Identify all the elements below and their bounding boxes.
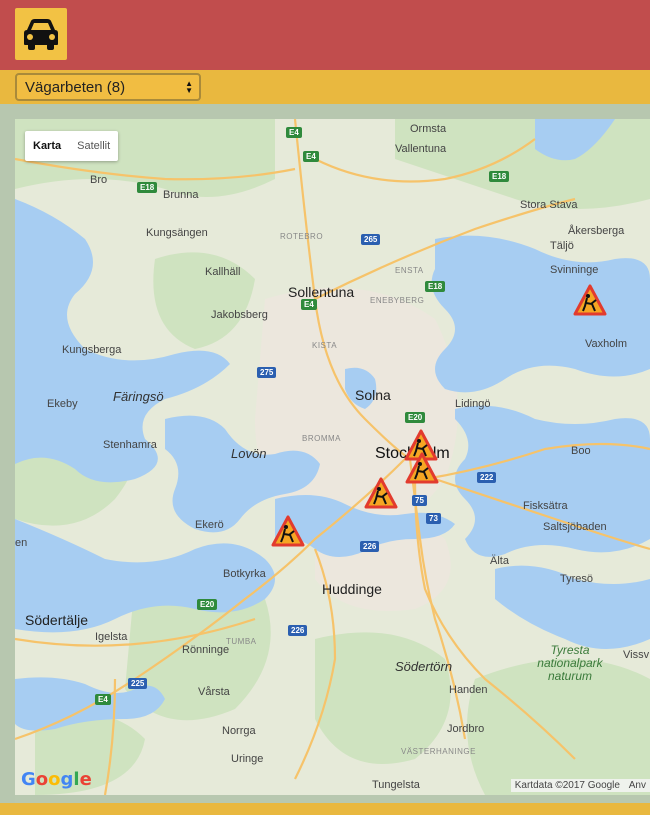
place-label: TUMBA bbox=[226, 637, 257, 646]
place-label: Rönninge bbox=[182, 644, 230, 656]
map-frame-top bbox=[0, 104, 650, 119]
place-label: Tyresö bbox=[560, 573, 594, 585]
place-label: BROMMA bbox=[302, 434, 341, 443]
place-label: Åkersberga bbox=[568, 225, 625, 237]
map-frame-left bbox=[0, 119, 15, 803]
place-label: Stora Stava bbox=[520, 199, 578, 211]
place-label: Vallentuna bbox=[395, 143, 447, 155]
road-shield: E4 bbox=[303, 151, 319, 162]
road-shield: 222 bbox=[477, 472, 497, 483]
road-shield: E20 bbox=[197, 599, 218, 610]
road-shield: 75 bbox=[412, 495, 427, 506]
place-label: ENSTA bbox=[395, 266, 424, 275]
road-shield: 73 bbox=[426, 513, 441, 524]
place-label: Saltsjöbaden bbox=[543, 521, 607, 533]
place-label: Handen bbox=[449, 684, 488, 696]
road-shield: E4 bbox=[95, 694, 111, 705]
place-label: Brunna bbox=[163, 189, 199, 201]
place-label: Ekerö bbox=[195, 519, 224, 531]
app-header bbox=[0, 0, 650, 70]
place-label: Stenhamra bbox=[103, 439, 157, 451]
roadwork-warning-icon[interactable] bbox=[271, 515, 305, 547]
place-label: Uringe bbox=[231, 753, 264, 765]
place-label: Fisksätra bbox=[523, 500, 568, 512]
road-shield: E18 bbox=[425, 281, 446, 292]
map-type-map-button[interactable]: Karta bbox=[25, 131, 69, 161]
place-label: Ekeby bbox=[47, 398, 78, 410]
road-shield: E4 bbox=[301, 299, 317, 310]
place-label: Igelsta bbox=[95, 631, 128, 643]
place-label: Lovön bbox=[231, 446, 267, 461]
place-label: Kungsängen bbox=[146, 227, 208, 239]
car-icon bbox=[24, 19, 58, 50]
roadwork-warning-icon[interactable] bbox=[573, 284, 607, 316]
road-shield: 225 bbox=[128, 678, 148, 689]
place-label: Vissv bbox=[623, 649, 650, 661]
terms-link[interactable]: Anv bbox=[629, 780, 646, 791]
logo[interactable] bbox=[15, 8, 67, 60]
place-label: Lidingö bbox=[455, 398, 491, 410]
attribution-text: Kartdata ©2017 Google bbox=[514, 780, 620, 791]
place-label: Kungsberga bbox=[62, 344, 122, 356]
roadwork-warning-icon[interactable] bbox=[405, 452, 439, 484]
place-label: Täljö bbox=[550, 240, 574, 252]
place-label: Jakobsberg bbox=[211, 309, 268, 321]
place-label: Tyresta nationalpark naturum bbox=[537, 643, 603, 683]
category-select[interactable]: Vägarbeten (8) ▲ ▼ bbox=[15, 73, 201, 101]
map-type-satellite-button[interactable]: Satellit bbox=[69, 131, 118, 161]
road-shield: 226 bbox=[360, 541, 380, 552]
place-label: VÄSTERHANINGE bbox=[401, 747, 476, 756]
road-shield: E18 bbox=[137, 182, 158, 193]
road-shield: E20 bbox=[405, 412, 426, 423]
road-shield: 265 bbox=[361, 234, 381, 245]
place-label: Kallhäll bbox=[205, 266, 241, 278]
place-label: Södertörn bbox=[395, 659, 453, 674]
place-label: Älta bbox=[490, 555, 509, 567]
place-label: KISTA bbox=[312, 341, 338, 350]
place-label: Botkyrka bbox=[223, 568, 266, 580]
place-label: ROTEBRO bbox=[280, 232, 324, 241]
roadwork-warning-icon[interactable] bbox=[364, 477, 398, 509]
place-label: Vårsta bbox=[198, 686, 230, 698]
place-label: Bro bbox=[90, 174, 108, 186]
place-label: Sollentuna bbox=[288, 284, 355, 300]
road-shield: 226 bbox=[288, 625, 308, 636]
place-label: en bbox=[15, 537, 28, 549]
place-label: Svinninge bbox=[550, 264, 599, 276]
place-label: Färingsö bbox=[113, 389, 164, 404]
map-view[interactable]: Karta Satellit Ormsta Vallentuna Bro Bru… bbox=[15, 119, 650, 795]
google-logo: Google bbox=[21, 769, 92, 790]
map-type-control: Karta Satellit bbox=[25, 131, 119, 161]
place-label: Tungelsta bbox=[372, 779, 420, 791]
place-label: Vaxholm bbox=[585, 338, 627, 350]
category-select-value: Vägarbeten (8) bbox=[25, 78, 126, 96]
road-shield: E4 bbox=[286, 127, 302, 138]
place-label: Södertälje bbox=[25, 612, 89, 628]
place-label: ENEBYBERG bbox=[370, 296, 425, 305]
place-label: Jordbro bbox=[447, 723, 485, 735]
filter-toolbar: Vägarbeten (8) ▲ ▼ bbox=[0, 70, 650, 104]
place-label: Boo bbox=[571, 445, 591, 457]
select-arrows-icon: ▲ ▼ bbox=[185, 79, 193, 95]
place-label: Ormsta bbox=[410, 123, 447, 135]
place-label: Solna bbox=[355, 387, 391, 403]
place-label: Huddinge bbox=[322, 581, 382, 597]
road-shield: 275 bbox=[257, 367, 277, 378]
road-shield: E18 bbox=[489, 171, 510, 182]
map-attribution: Kartdata ©2017 Google Anv bbox=[510, 779, 650, 792]
place-label: Norrga bbox=[222, 725, 256, 737]
footer-bar bbox=[0, 803, 650, 815]
